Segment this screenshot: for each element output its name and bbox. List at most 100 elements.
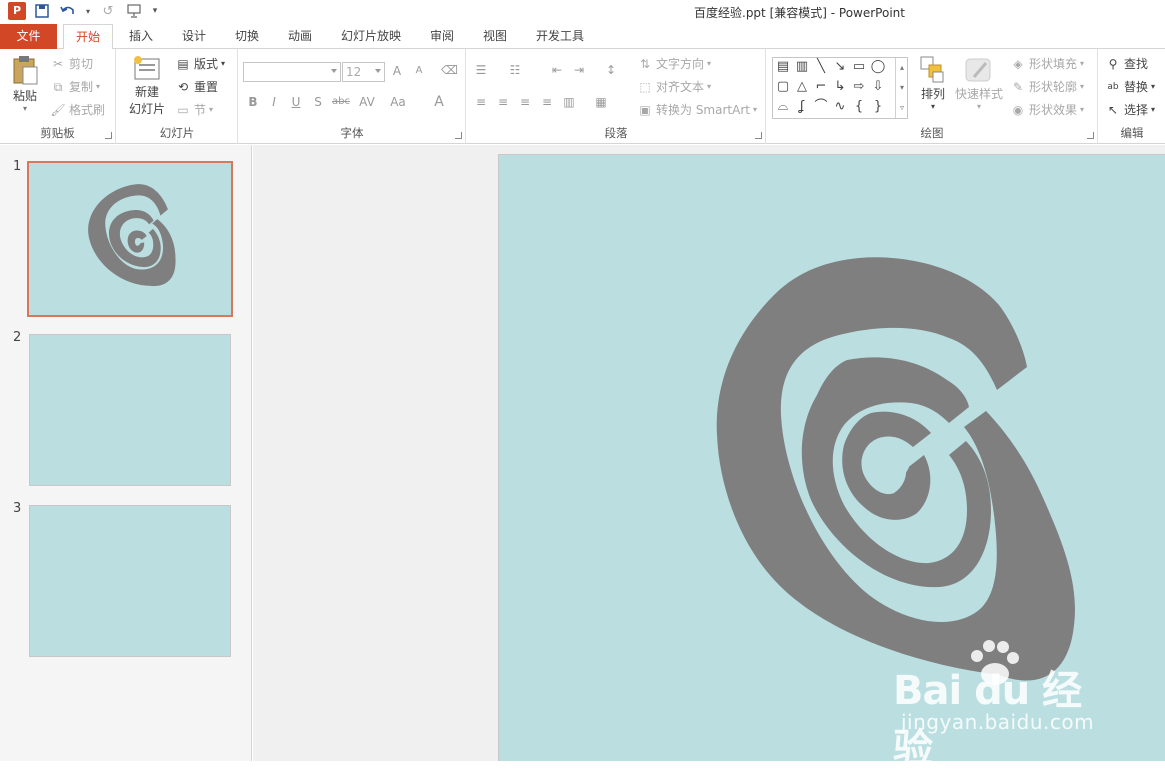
tab-transitions[interactable]: 切换 xyxy=(228,24,266,49)
layout-button[interactable]: ▤ 版式 ▾ xyxy=(175,55,225,72)
find-button[interactable]: ⚲ 查找 xyxy=(1105,55,1148,72)
drawing-launcher-icon[interactable] xyxy=(1087,132,1094,139)
tab-animations[interactable]: 动画 xyxy=(281,24,319,49)
slides-group-label: 幻灯片 xyxy=(159,126,195,140)
elbow-arrow-shape-icon[interactable]: ↳ xyxy=(831,79,849,95)
align-text-label: 对齐文本 xyxy=(656,80,705,94)
change-case-button[interactable]: Aa xyxy=(387,95,409,109)
font-group-label: 字体 xyxy=(340,126,364,140)
reset-button[interactable]: ⟲ 重置 xyxy=(175,78,218,95)
pen-icon: ✎ xyxy=(1012,79,1024,94)
tab-insert[interactable]: 插入 xyxy=(122,24,160,49)
scissors-icon: ✂ xyxy=(52,56,64,71)
save-icon[interactable] xyxy=(32,2,52,20)
select-button[interactable]: ↖ 选择 ▾ xyxy=(1105,101,1155,118)
shape-outline-button[interactable]: ✎ 形状轮廓 ▾ xyxy=(1010,78,1084,95)
redo-icon[interactable]: ↺ xyxy=(98,2,118,20)
bold-button[interactable]: B xyxy=(245,95,261,109)
numbering-icon[interactable]: ☷ xyxy=(507,63,523,77)
triangle-shape-icon[interactable]: △ xyxy=(793,79,811,95)
tab-slideshow[interactable]: 幻灯片放映 xyxy=(334,24,408,49)
customize-toolbar-icon[interactable]: ▾ xyxy=(150,2,160,20)
gallery-scroll[interactable]: ▴ ▾ ▿ xyxy=(895,58,908,118)
columns-icon[interactable]: ▦ xyxy=(593,95,609,109)
character-spacing-button[interactable]: AV xyxy=(356,95,378,109)
new-slide-label-2: 幻灯片 xyxy=(128,102,165,116)
bullets-icon[interactable]: ☰ xyxy=(473,63,489,77)
replace-button[interactable]: ab 替换 ▾ xyxy=(1105,78,1155,95)
align-left-icon[interactable]: ≡ xyxy=(473,95,489,109)
align-text-button[interactable]: ⬚ 对齐文本 ▾ xyxy=(637,78,711,95)
clipboard-launcher-icon[interactable] xyxy=(105,132,112,139)
arrange-button[interactable]: 排列 ▾ xyxy=(915,55,951,111)
justify-icon[interactable]: ≡ xyxy=(539,95,555,109)
arc-shape-icon[interactable]: ⌒ xyxy=(812,99,830,115)
tab-home[interactable]: 开始 xyxy=(63,24,113,50)
tab-developer[interactable]: 开发工具 xyxy=(529,24,591,49)
freeform-shape-icon[interactable]: ⌓ xyxy=(774,99,792,115)
replace-dropdown-icon: ▾ xyxy=(1151,82,1156,91)
cut-button[interactable]: ✂ 剪切 xyxy=(50,55,93,72)
right-arrow-shape-icon[interactable]: ⇨ xyxy=(850,79,868,95)
down-arrow-shape-icon[interactable]: ⇩ xyxy=(869,79,887,95)
shape-fill-button[interactable]: ◈ 形状填充 ▾ xyxy=(1010,55,1084,72)
shapes-gallery[interactable]: ▤ ▥ ╲ ↘ ▭ ◯ ▢ △ ⌐ ↳ ⇨ ⇩ ⌓ ʆ ⌒ ∿ { } ▴ ▾ … xyxy=(772,57,908,119)
shrink-font-icon[interactable]: A xyxy=(411,65,427,76)
text-direction-button[interactable]: ⇅ 文字方向 ▾ xyxy=(637,55,711,72)
font-name-dropdown[interactable] xyxy=(243,62,341,82)
left-brace-shape-icon[interactable]: { xyxy=(850,99,868,115)
rounded-rect-shape-icon[interactable]: ▢ xyxy=(774,79,792,95)
decrease-indent-icon[interactable]: ⇤ xyxy=(549,63,565,77)
distributed-icon[interactable]: ▥ xyxy=(561,95,577,109)
underline-button[interactable]: U xyxy=(288,95,304,109)
elbow-connector-shape-icon[interactable]: ⌐ xyxy=(812,79,830,95)
shape-effects-button[interactable]: ◉ 形状效果 ▾ xyxy=(1010,101,1084,118)
quick-styles-label: 快速样式 xyxy=(954,87,1003,101)
gallery-more-icon[interactable]: ▿ xyxy=(896,98,908,118)
paste-button[interactable]: 粘贴 ▾ xyxy=(8,55,42,113)
dropdown-arrow-icon[interactable]: ▾ xyxy=(84,2,92,20)
font-size-dropdown[interactable]: 12 xyxy=(342,62,385,82)
italic-button[interactable]: I xyxy=(266,95,282,109)
increase-indent-icon[interactable]: ⇥ xyxy=(571,63,587,77)
rectangle-shape-icon[interactable]: ▭ xyxy=(850,59,868,75)
arrow-line-shape-icon[interactable]: ↘ xyxy=(831,59,849,75)
tab-file[interactable]: 文件 xyxy=(0,24,57,49)
slide-thumbnail-3[interactable] xyxy=(29,505,231,657)
copy-button[interactable]: ⧉ 复制 ▾ xyxy=(50,78,100,95)
tab-design[interactable]: 设计 xyxy=(175,24,213,49)
undo-icon[interactable] xyxy=(58,2,78,20)
format-painter-button[interactable]: 🖌 格式刷 xyxy=(50,101,105,118)
align-right-icon[interactable]: ≡ xyxy=(517,95,533,109)
right-brace-shape-icon[interactable]: } xyxy=(869,99,887,115)
convert-smartart-button[interactable]: ▣ 转换为 SmartArt ▾ xyxy=(637,101,757,118)
tab-view[interactable]: 视图 xyxy=(476,24,514,49)
strikethrough-button[interactable]: abc xyxy=(330,96,352,107)
new-slide-button[interactable]: 新建 幻灯片 xyxy=(123,55,171,117)
section-button[interactable]: ▭ 节 ▾ xyxy=(175,101,213,118)
tab-review[interactable]: 审阅 xyxy=(423,24,461,49)
gallery-up-icon[interactable]: ▴ xyxy=(896,58,908,78)
textbox-shape-icon[interactable]: ▤ xyxy=(774,59,792,75)
font-launcher-icon[interactable] xyxy=(455,132,462,139)
baidu-watermark: Bai du 经验 jingyan.baidu.com xyxy=(893,638,1108,772)
line-shape-icon[interactable]: ╲ xyxy=(812,59,830,75)
font-group: 12 A A ⌫ B I U S abc AV Aa A 字体 xyxy=(239,49,466,144)
grow-font-icon[interactable]: A xyxy=(389,64,405,78)
present-from-start-icon[interactable] xyxy=(124,2,144,20)
gallery-down-icon[interactable]: ▾ xyxy=(896,78,908,98)
line-spacing-icon[interactable]: ↕ xyxy=(603,63,619,77)
slide-thumbnail-1[interactable] xyxy=(27,161,233,317)
font-size-value: 12 xyxy=(346,65,362,79)
align-center-icon[interactable]: ≡ xyxy=(495,95,511,109)
quick-styles-button[interactable]: 快速样式 ▾ xyxy=(953,55,1005,111)
curve-shape-icon[interactable]: ∿ xyxy=(831,99,849,115)
slide-thumbnail-2[interactable] xyxy=(29,334,231,486)
clear-formatting-icon[interactable]: ⌫ xyxy=(441,63,458,77)
paragraph-launcher-icon[interactable] xyxy=(755,132,762,139)
shadow-button[interactable]: S xyxy=(310,95,326,109)
scribble-shape-icon[interactable]: ʆ xyxy=(793,99,811,115)
oval-shape-icon[interactable]: ◯ xyxy=(869,59,887,75)
vertical-textbox-shape-icon[interactable]: ▥ xyxy=(793,59,811,75)
font-color-button[interactable]: A xyxy=(431,94,447,110)
